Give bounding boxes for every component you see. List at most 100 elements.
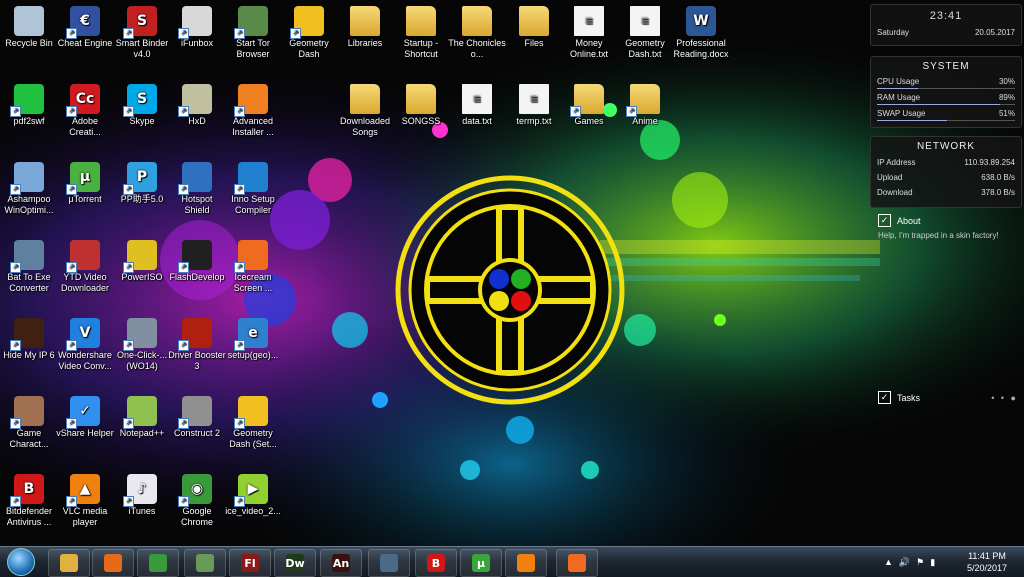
desktop-icon[interactable]: ↗ Start Tor Browser xyxy=(224,6,282,60)
desktop-icon[interactable]: ≡ termp.txt xyxy=(505,84,563,127)
desktop-icon-label: pdf2swf xyxy=(13,116,45,126)
icecream-screen-icon xyxy=(568,554,586,572)
desktop-icon-label: termp.txt xyxy=(516,116,552,126)
desktop-icon[interactable]: ↗ Inno Setup Compiler xyxy=(224,162,282,216)
desktop-icon[interactable]: S ↗ Skype xyxy=(113,84,171,127)
desktop-icon-label: data.txt xyxy=(462,116,492,126)
desktop-icon[interactable]: ↗ One-Click-... (WO14) xyxy=(113,318,171,372)
desktop-icon[interactable]: ↗ Notepad++ xyxy=(113,396,171,439)
shortcut-arrow-icon: ↗ xyxy=(10,418,21,429)
desktop-icon[interactable]: ↗ Driver Booster 3 xyxy=(168,318,226,372)
checkbox-icon[interactable]: ✓ xyxy=(878,391,891,404)
flag-icon[interactable]: ⚑ xyxy=(916,557,924,568)
desktop-icon[interactable]: Cc ↗ Adobe Creati... xyxy=(56,84,114,138)
desktop-icon[interactable]: ◉ ↗ Google Chrome xyxy=(168,474,226,528)
pager-dots-icon[interactable]: • • ● xyxy=(991,393,1018,403)
desktop-icon-label: Bat To Exe Converter xyxy=(7,272,51,293)
chrome-icon: ◉ ↗ xyxy=(178,474,212,507)
desktop-icon[interactable]: ≡ Geometry Dash.txt xyxy=(616,6,674,60)
desktop-icon[interactable]: € ↗ Cheat Engine xyxy=(56,6,114,49)
desktop-icon[interactable]: ↗ Icecream Screen ... xyxy=(224,240,282,294)
desktop-icon-label: YTD Video Downloader xyxy=(60,272,110,293)
desktop-icon[interactable]: ↗ Geometry Dash (Set... xyxy=(224,396,282,450)
taskbar-button-explorer[interactable] xyxy=(48,549,90,577)
desktop-icon[interactable]: Recycle Bin xyxy=(0,6,58,49)
folder-icon xyxy=(406,84,436,114)
desktop-icon[interactable]: ↗ Construct 2 xyxy=(168,396,226,439)
network-row: Download 378.0 B/s xyxy=(871,185,1021,200)
tray-arrow-icon[interactable]: ▲ xyxy=(884,557,893,567)
desktop-icon[interactable]: ↗ Ashampoo WinOptimi... xyxy=(0,162,58,216)
taskbar-button-chrome[interactable] xyxy=(137,549,179,577)
taskbar-clock[interactable]: 11:41 PM 5/20/2017 xyxy=(962,550,1012,574)
desktop-icon[interactable]: Downloaded Songs xyxy=(336,84,394,138)
desktop-icon-label: Money Online.txt xyxy=(569,38,609,59)
taskbar-button-bitdefender[interactable]: B xyxy=(415,549,457,577)
taskbar-button-vlc[interactable] xyxy=(505,549,547,577)
desktop-icon[interactable]: ↗ YTD Video Downloader xyxy=(56,240,114,294)
hxd-icon: ↗ xyxy=(178,84,212,117)
desktop-icon[interactable]: µ ↗ µTorrent xyxy=(56,162,114,205)
desktop-icon-label: Recycle Bin xyxy=(5,38,53,48)
desktop-icon[interactable]: The Chonicles o... xyxy=(448,6,506,60)
desktop-icon[interactable]: V ↗ Wondershare Video Conv... xyxy=(56,318,114,372)
desktop-icon[interactable]: e ↗ setup(geo)... xyxy=(224,318,282,361)
taskbar-button-dreamweaver[interactable]: Dw xyxy=(274,549,316,577)
desktop-icon[interactable]: ↗ Bat To Exe Converter xyxy=(0,240,58,294)
taskbar-button-utorrent[interactable]: µ xyxy=(460,549,502,577)
desktop-icon-label: Hotspot Shield xyxy=(181,194,213,215)
desktop-icon[interactable]: ↗ iFunbox xyxy=(168,6,226,49)
taskbar-button-remote[interactable] xyxy=(368,549,410,577)
desktop-icon[interactable]: Files xyxy=(505,6,563,49)
taskbar-button-firefox[interactable] xyxy=(92,549,134,577)
desktop-icon[interactable]: ↗ Advanced Installer ... xyxy=(224,84,282,138)
hotspot-shield-icon: ↗ xyxy=(178,162,212,195)
adobe-flash-icon: Fl xyxy=(241,554,259,572)
desktop-icon[interactable]: Libraries xyxy=(336,6,394,49)
desktop-icon-label: Construct 2 xyxy=(173,428,221,438)
desktop-icon[interactable]: SONGSS xyxy=(392,84,450,127)
taskbar-button-animate[interactable]: An xyxy=(320,549,362,577)
start-button[interactable] xyxy=(4,547,38,577)
hide-my-ip-icon: ↗ xyxy=(10,318,44,351)
desktop-icon[interactable]: ↗ FlashDevelop xyxy=(168,240,226,283)
desktop-icon[interactable]: ↗ Games xyxy=(560,84,618,127)
adobe-animate-icon: An xyxy=(332,554,350,572)
emblem-logo xyxy=(395,175,625,405)
desktop-icon[interactable]: B ↗ Bitdefender Antivirus ... xyxy=(0,474,58,528)
desktop-icon[interactable]: ↗ pdf2swf xyxy=(0,84,58,127)
desktop-icon[interactable]: P ↗ PP助手5.0 xyxy=(113,162,171,205)
checkbox-icon[interactable]: ✓ xyxy=(878,214,891,227)
desktop-icon[interactable]: ↗ Anime xyxy=(616,84,674,127)
desktop-icon-label: ice_video_2... xyxy=(225,506,281,516)
desktop-icon[interactable]: ▶ ↗ ice_video_2... xyxy=(224,474,282,517)
shortcut-arrow-icon: ↗ xyxy=(66,28,77,39)
desktop-icon[interactable]: ≡ Money Online.txt xyxy=(560,6,618,60)
desktop-icon[interactable]: W Professional Reading.docx xyxy=(672,6,730,60)
desktop-icon[interactable]: ↗ Hide My IP 6 xyxy=(0,318,58,361)
shortcut-arrow-icon: ↗ xyxy=(66,418,77,429)
volume-icon[interactable]: 🔊 xyxy=(899,557,910,568)
desktop-icon-label: Geometry Dash xyxy=(289,38,329,59)
desktop-icon[interactable]: ↗ HxD xyxy=(168,84,226,127)
desktop-icon[interactable]: ≡ data.txt xyxy=(448,84,506,127)
network-icon[interactable]: ▮ xyxy=(930,557,935,568)
desktop-icon[interactable]: ↗ PowerISO xyxy=(113,240,171,283)
desktop-icon[interactable]: ↗ Game Charact... xyxy=(0,396,58,450)
taskbar-button-icecream[interactable] xyxy=(556,549,598,577)
desktop-icon[interactable]: ✓ ↗ vShare Helper xyxy=(56,396,114,439)
taskbar-button-flash[interactable]: Fl xyxy=(229,549,271,577)
desktop-icon[interactable]: ↗ Hotspot Shield xyxy=(168,162,226,216)
desktop-icon-label: Game Charact... xyxy=(9,428,49,449)
desktop-icon[interactable]: ♪ ↗ iTunes xyxy=(113,474,171,517)
system-row: SWAP Usage 51% xyxy=(871,107,1021,120)
text-file-icon: ≡ xyxy=(574,6,604,36)
desktop-icon[interactable]: Startup - Shortcut xyxy=(392,6,450,60)
taskbar-button-tor[interactable] xyxy=(184,549,226,577)
shortcut-arrow-icon: ↗ xyxy=(178,496,189,507)
desktop-icon-label: HxD xyxy=(188,116,206,126)
desktop-icon[interactable]: S ↗ Smart Binder v4.0 xyxy=(113,6,171,60)
desktop-icon[interactable]: ▲ ↗ VLC media player xyxy=(56,474,114,528)
system-row-label: SWAP Usage xyxy=(877,109,926,118)
desktop-icon[interactable]: ↗ Geometry Dash xyxy=(280,6,338,60)
